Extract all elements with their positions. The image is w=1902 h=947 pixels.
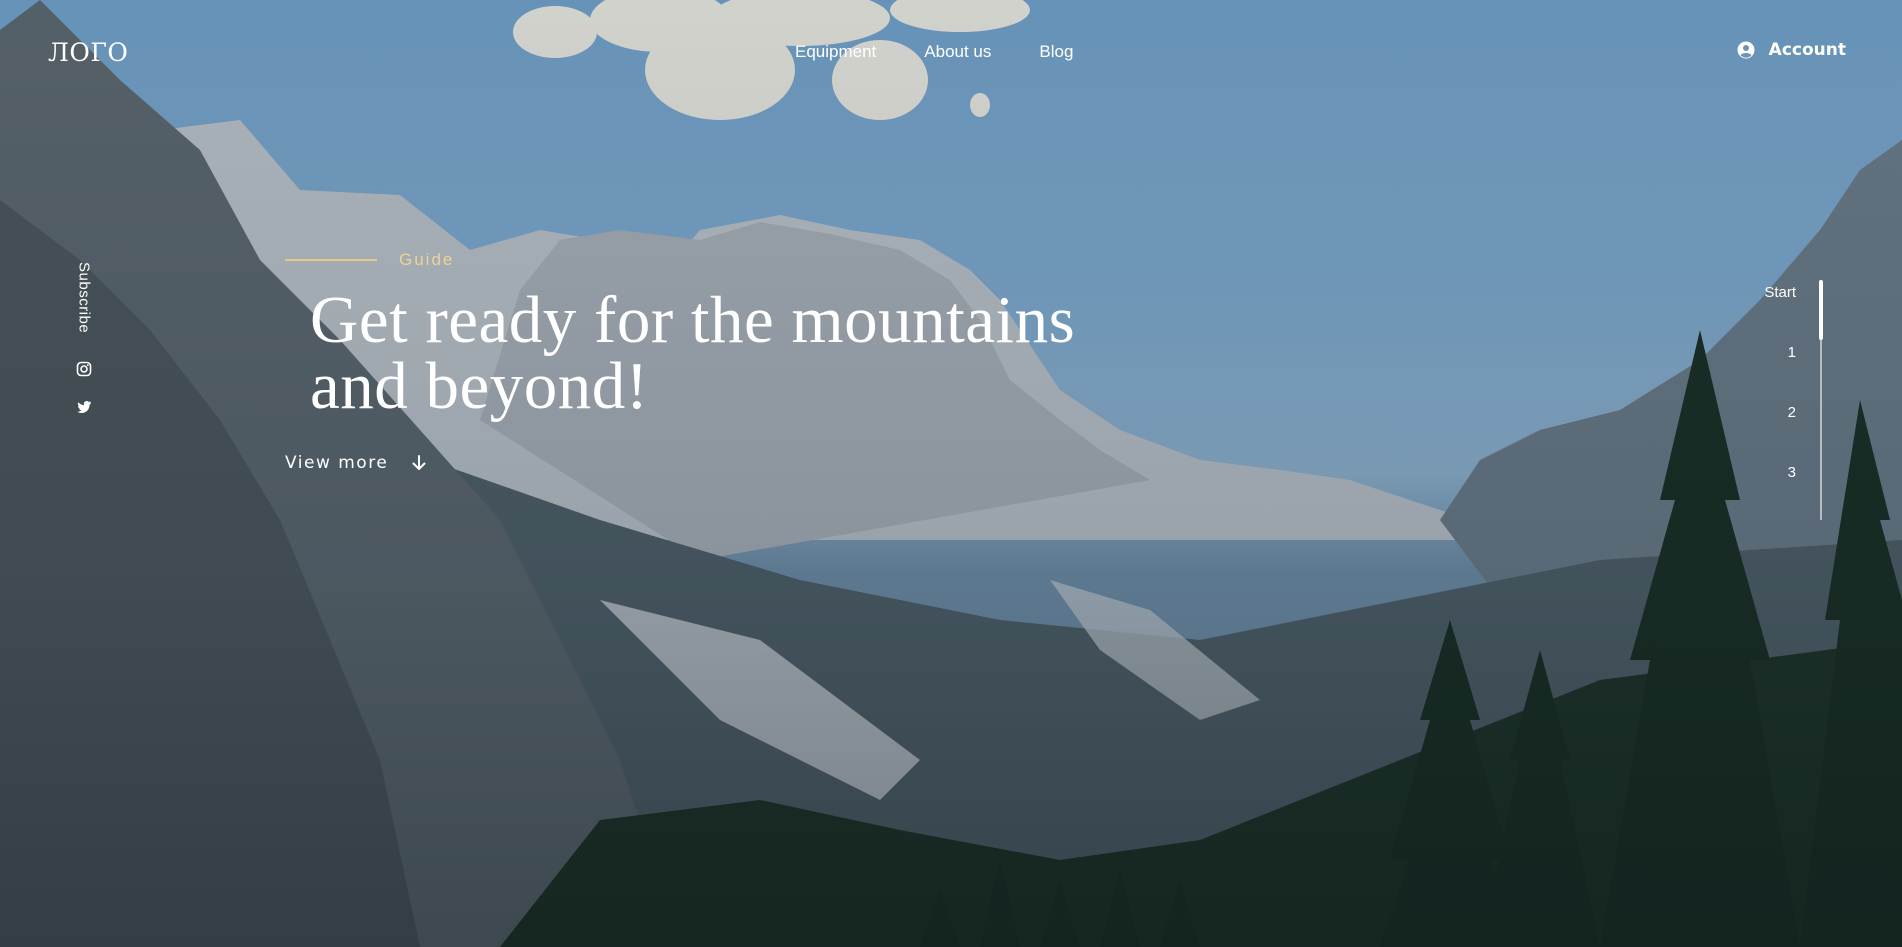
eyebrow-label: Guide [399,250,455,269]
nav-link-blog[interactable]: Blog [1039,42,1073,62]
account-button[interactable]: Account [1737,40,1846,60]
slide-item-3[interactable]: 3 [1788,464,1796,481]
twitter-icon[interactable] [76,399,92,415]
instagram-icon[interactable] [76,361,92,377]
hero-eyebrow: Guide [285,250,454,270]
slide-item-2[interactable]: 2 [1788,404,1796,421]
site-header: ЛОГО Equipment About us Blog Account [0,0,1902,106]
main-nav: Equipment About us Blog [795,42,1073,62]
user-circle-icon [1737,41,1755,59]
eyebrow-line [285,259,377,261]
subscribe-label[interactable]: Subscribe [76,262,93,333]
arrow-down-icon [410,454,428,472]
slide-indicator: Start 1 2 3 [1742,278,1823,522]
slide-active-bar [1819,280,1823,340]
view-more-button[interactable]: View more [285,453,428,473]
nav-link-about-us[interactable]: About us [924,42,991,62]
hero-title: Get ready for the mountains and beyond! [310,287,1210,420]
nav-link-equipment[interactable]: Equipment [795,42,876,62]
hero-background-image [0,0,1902,947]
social-rail: Subscribe [72,262,96,415]
hero-title-line-2: and beyond! [310,349,649,423]
account-label: Account [1768,40,1846,60]
hero-title-line-1: Get ready for the mountains [310,283,1076,357]
dark-overlay [0,0,1902,947]
view-more-label: View more [285,453,389,473]
site-logo[interactable]: ЛОГО [48,38,128,67]
slide-item-start[interactable]: Start [1764,284,1796,301]
slide-item-1[interactable]: 1 [1788,344,1796,361]
